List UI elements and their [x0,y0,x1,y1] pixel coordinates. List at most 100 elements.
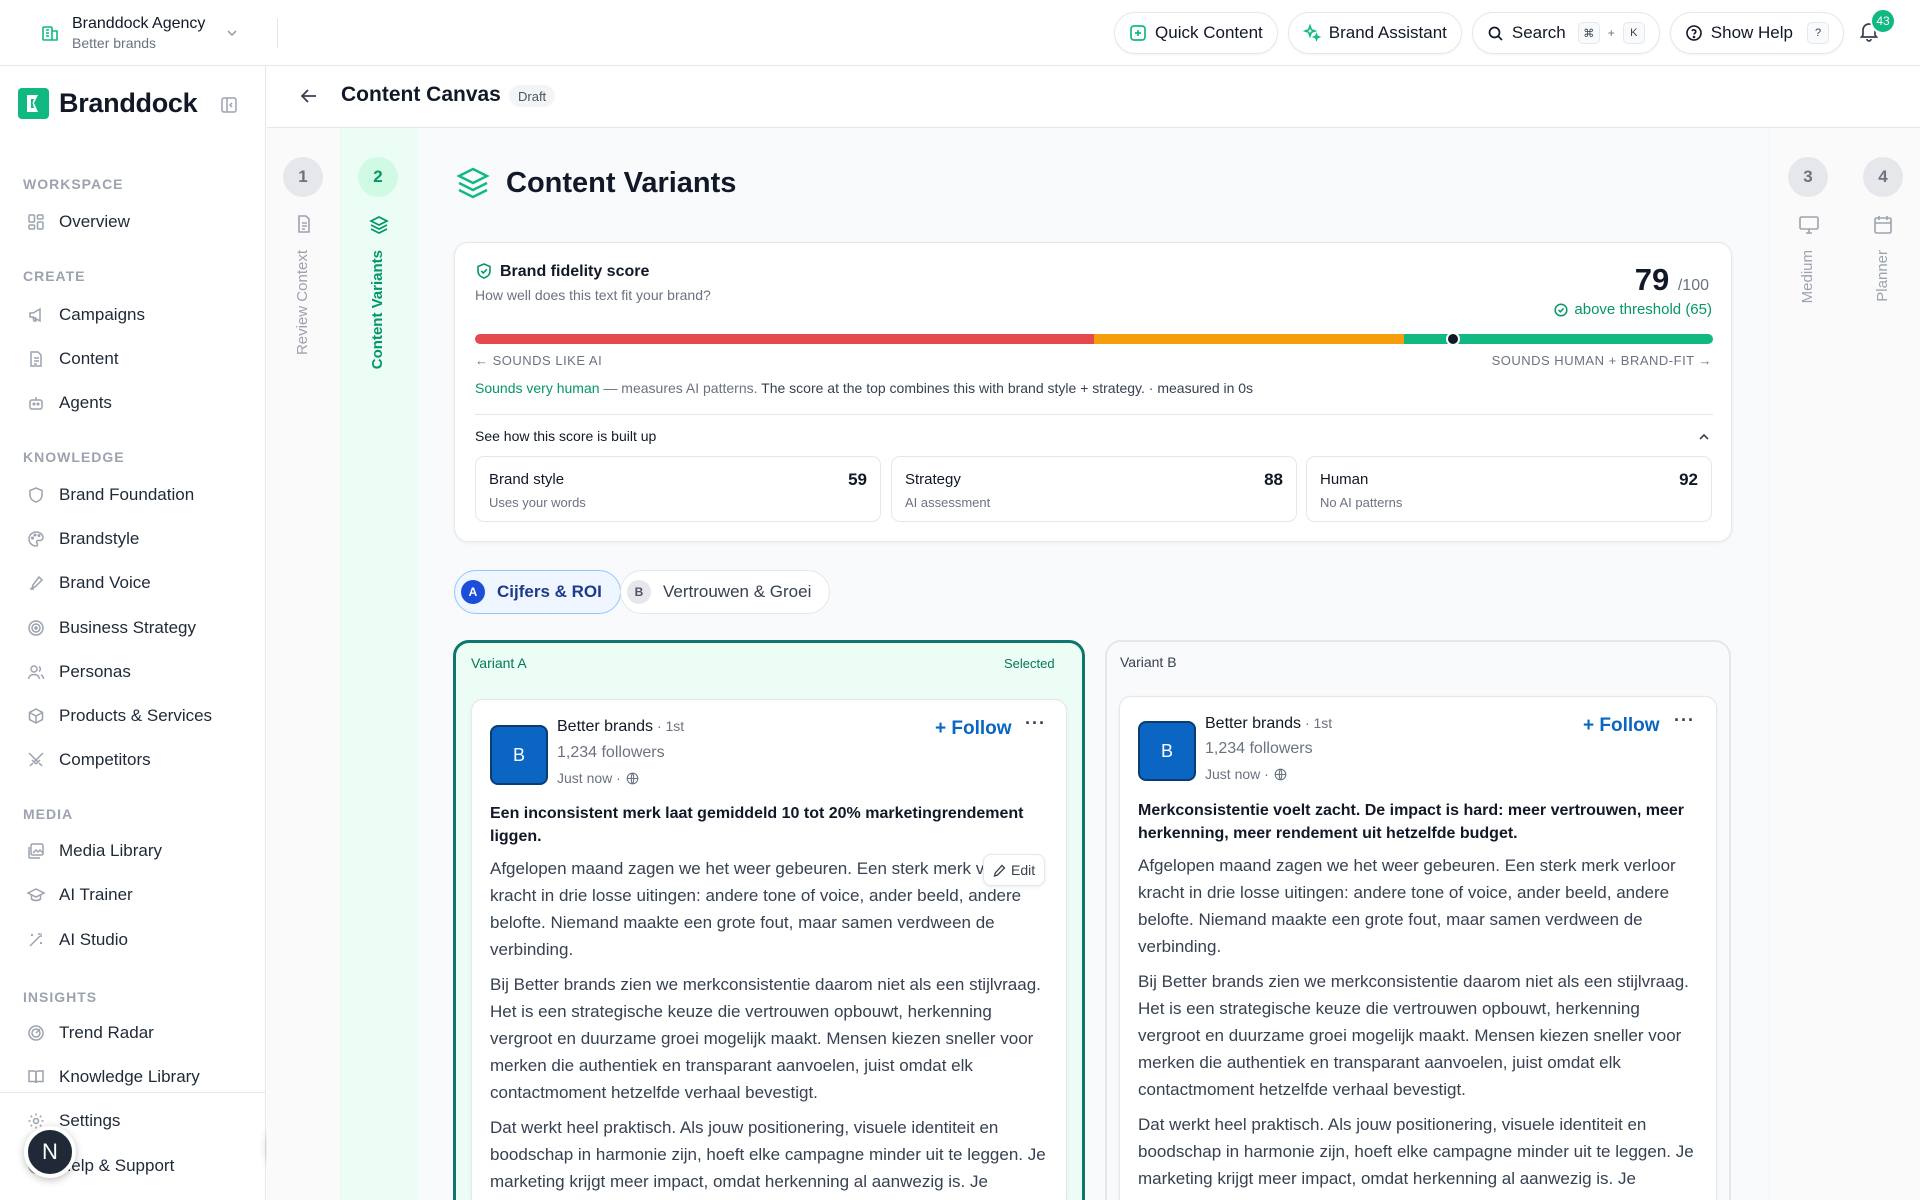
search-icon [1487,25,1504,42]
sidebar-item-content[interactable]: Content [27,341,119,377]
sidebar-item-campaigns[interactable]: Campaigns [27,297,145,333]
graduation-cap-icon [27,886,45,904]
chevron-down-icon [225,26,239,40]
variant-label: Variant A [471,655,527,671]
sidebar-item-label: Media Library [59,841,162,860]
sidebar-collapse-icon[interactable] [220,96,238,114]
divider [475,414,1713,415]
search-button[interactable]: Search ⌘ + K [1471,12,1660,54]
sidebar-item-brandstyle[interactable]: Brandstyle [27,521,139,557]
search-kbd-plus: + [1607,26,1615,40]
step-medium[interactable]: 3 Medium [1769,128,1845,1200]
back-arrow-icon[interactable] [299,86,319,106]
sidebar-item-knowledge-library[interactable]: Knowledge Library [27,1059,200,1095]
status-badge: Draft [509,85,556,107]
fidelity-bar-marker [1446,332,1461,346]
workspace-subtitle: Better brands [72,35,157,51]
step-content-variants[interactable]: 2 Content Variants [341,128,418,1200]
search-kbd-cmd: ⌘ [1577,22,1600,44]
notification-badge: 43 [1870,8,1896,34]
sidebar-item-label: Business Strategy [59,618,197,637]
sidebar-item-business-strategy[interactable]: Business Strategy [27,610,196,646]
section-insights: INSIGHTS [23,989,98,1005]
sidebar-item-ai-studio[interactable]: AI Studio [27,922,128,958]
breakdown-desc: AI assessment [905,495,991,510]
step-label: Content Variants [369,250,386,370]
measure-mid: — measures AI patterns. [599,380,762,396]
follow-button[interactable]: + Follow [1583,715,1660,737]
post-followers: 1,234 followers [557,744,665,761]
more-options-icon[interactable]: ··· [1674,710,1695,731]
post-paragraph: Bij Better brands zien we merkconsistent… [490,975,1041,1102]
book-open-icon [27,1068,45,1086]
section-knowledge: KNOWLEDGE [23,449,125,465]
sidebar-item-personas[interactable]: Personas [27,654,131,690]
post-author: Better brands · 1st [557,718,684,736]
sidebar-item-media-library[interactable]: Media Library [27,833,162,869]
sidebar-item-label: Content [59,349,119,368]
sidebar-item-competitors[interactable]: Competitors [27,742,151,778]
connection-degree: · 1st [653,718,685,734]
sidebar-item-overview[interactable]: Overview [27,204,130,240]
section-create: CREATE [23,268,86,284]
breakdown-name: Human [1320,471,1369,488]
follow-button[interactable]: + Follow [935,718,1012,740]
chevron-up-icon[interactable] [1697,430,1711,444]
tab-letter: B [627,580,651,604]
quick-content-button[interactable]: Quick Content [1114,12,1278,54]
tab-variant-b[interactable]: B Vertrouwen & Groei [620,570,831,614]
top-bar: Branddock Agency Better brands Quick Con… [0,0,1920,66]
top-actions: Quick Content Brand Assistant Search ⌘ +… [1114,12,1844,54]
selected-badge: Selected [1004,656,1055,671]
sidebar-item-products-services[interactable]: Products & Services [27,698,212,734]
bar-label-right: SOUNDS HUMAN + BRAND-FIT → [1491,353,1712,368]
divider [0,1092,266,1093]
swords-icon [27,751,45,769]
sidebar-item-label: Brand Voice [59,573,151,592]
breakdown-toggle[interactable]: See how this score is built up [475,428,656,444]
megaphone-icon [27,306,45,324]
post-author: Better brands · 1st [1205,715,1332,733]
sidebar-item-label: Settings [59,1111,121,1130]
layers-icon [454,164,492,202]
step-review-context[interactable]: 1 Review Context [267,128,341,1200]
sidebar-item-label: Products & Services [59,706,213,725]
score-value: 79 [1634,262,1670,297]
edit-button[interactable]: Edit [983,854,1046,886]
sidebar-item-trend-radar[interactable]: Trend Radar [27,1015,154,1051]
fidelity-score: 79 /100 [1635,262,1709,298]
connection-degree: · 1st [1301,715,1333,731]
bar-label-left: ← SOUNDS LIKE AI [475,353,603,368]
sidebar-item-brand-voice[interactable]: Brand Voice [27,565,151,601]
more-options-icon[interactable]: ··· [1025,713,1046,734]
threshold-text: above threshold (65) [1574,301,1712,318]
brand-assistant-button[interactable]: Brand Assistant [1287,12,1462,54]
step-number: 3 [1788,157,1828,197]
linkedin-post-b: B Better brands · 1st 1,234 followers Ju… [1119,696,1717,1200]
help-circle-icon [1685,24,1703,42]
show-help-label: Show Help [1710,23,1793,42]
workspace-switcher[interactable]: Branddock Agency Better brands [40,12,239,54]
post-headline: Merkconsistentie voelt zacht. De impact … [1138,802,1684,842]
show-help-button[interactable]: Show Help ? [1669,12,1844,54]
sidebar-item-label: Knowledge Library [59,1067,200,1086]
bar-segment-mid [1094,334,1404,344]
tab-variant-a[interactable]: A Cijfers & ROI [454,570,621,614]
measure-text: Sounds very human — measures AI patterns… [475,380,1253,396]
sidebar-item-ai-trainer[interactable]: AI Trainer [27,877,133,913]
tab-label: Cijfers & ROI [497,582,602,601]
image-icon [27,842,45,860]
user-avatar[interactable]: N [24,1126,76,1178]
sidebar-item-brand-foundation[interactable]: Brand Foundation [27,477,194,513]
search-kbd-k: K [1622,22,1645,44]
tab-label: Vertrouwen & Groei [663,582,812,601]
brand-logo[interactable]: Branddock [18,88,198,119]
section-workspace: WORKSPACE [23,176,124,192]
step-planner[interactable]: 4 Planner [1845,128,1920,1200]
avatar: B [490,725,548,785]
breakdown-score: 92 [1679,470,1698,489]
sidebar-item-label: AI Studio [59,930,128,949]
breakdown-name: Strategy [905,471,961,488]
sidebar-item-agents[interactable]: Agents [27,385,112,421]
step-label: Medium [1799,250,1816,304]
